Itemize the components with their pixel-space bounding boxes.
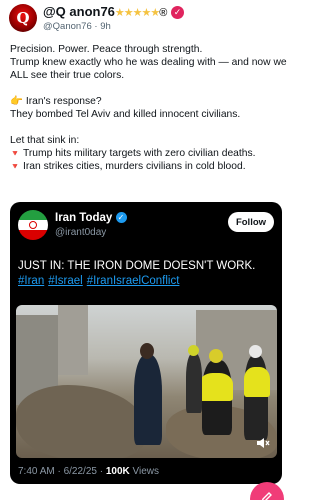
iran-flag-avatar[interactable]: [18, 210, 48, 240]
post-line: Precision. Power. Peace through strength…: [10, 44, 203, 55]
video-thumbnail[interactable]: [16, 305, 277, 458]
pointing-hand-icon: 👉: [10, 96, 23, 107]
stars-icon: ★★★★★: [114, 7, 160, 19]
speaker-muted-icon[interactable]: [255, 436, 271, 452]
embed-meta: 7:40 AM · 6/22/25 · 100K Views: [18, 466, 159, 477]
avatar[interactable]: Q: [9, 4, 37, 32]
author-handle-row: @Qanon76 · 9h: [43, 21, 111, 32]
red-triangle-icon: 🔻: [10, 162, 20, 171]
registered-mark: ®: [159, 7, 168, 19]
verified-badge-icon: ✓: [170, 6, 184, 19]
embedded-post-card[interactable]: Iran Today ✓ @irant0day Follow JUST IN: …: [10, 202, 282, 484]
follow-button[interactable]: Follow: [228, 212, 274, 232]
post-line: 👉 Iran's response?: [10, 96, 102, 107]
embed-text: JUST IN: THE IRON DOME DOESN'T WORK. #Ir…: [18, 259, 276, 289]
embed-author-handle: @irant0day: [55, 227, 107, 238]
verified-badge-icon: ✓: [115, 212, 127, 223]
compose-icon: [261, 492, 272, 500]
post-line: They bombed Tel Aviv and killed innocent…: [10, 109, 241, 120]
post-bullet: 🔻 Iran strikes cities, murders civilians …: [10, 161, 246, 172]
author-name[interactable]: @Q anon76★★★★★® ✓: [43, 4, 184, 19]
hashtag-link[interactable]: #Iran: [18, 275, 44, 287]
embed-headline: JUST IN: THE IRON DOME DOESN'T WORK.: [18, 260, 256, 272]
author-handle[interactable]: @Qanon76: [43, 21, 92, 32]
red-triangle-icon: 🔻: [10, 149, 20, 158]
post-text: Precision. Power. Peace through strength…: [10, 43, 288, 173]
embed-views-label: Views: [129, 466, 160, 477]
hashtag-link[interactable]: #IranIsraelConflict: [87, 275, 180, 287]
post-time: 9h: [100, 21, 111, 32]
embed-author-name[interactable]: Iran Today ✓: [55, 212, 127, 224]
embed-views-count: 100K: [105, 466, 130, 477]
compose-button[interactable]: [250, 482, 284, 500]
post-line: Trump knew exactly who he was dealing wi…: [10, 57, 287, 81]
post: Q @Q anon76★★★★★® ✓ @Qanon76 · 9h Precis…: [0, 0, 293, 500]
post-line: Let that sink in:: [10, 135, 80, 146]
hashtag-link[interactable]: #Israel: [48, 275, 83, 287]
post-bullet: 🔻 Trump hits military targets with zero c…: [10, 148, 256, 159]
embed-timestamp: 7:40 AM · 6/22/25 ·: [18, 466, 106, 477]
embed-hashtags: #Iran #Israel #IranIsraelConflict: [18, 274, 276, 289]
author-display-name: @Q anon76: [43, 4, 115, 19]
